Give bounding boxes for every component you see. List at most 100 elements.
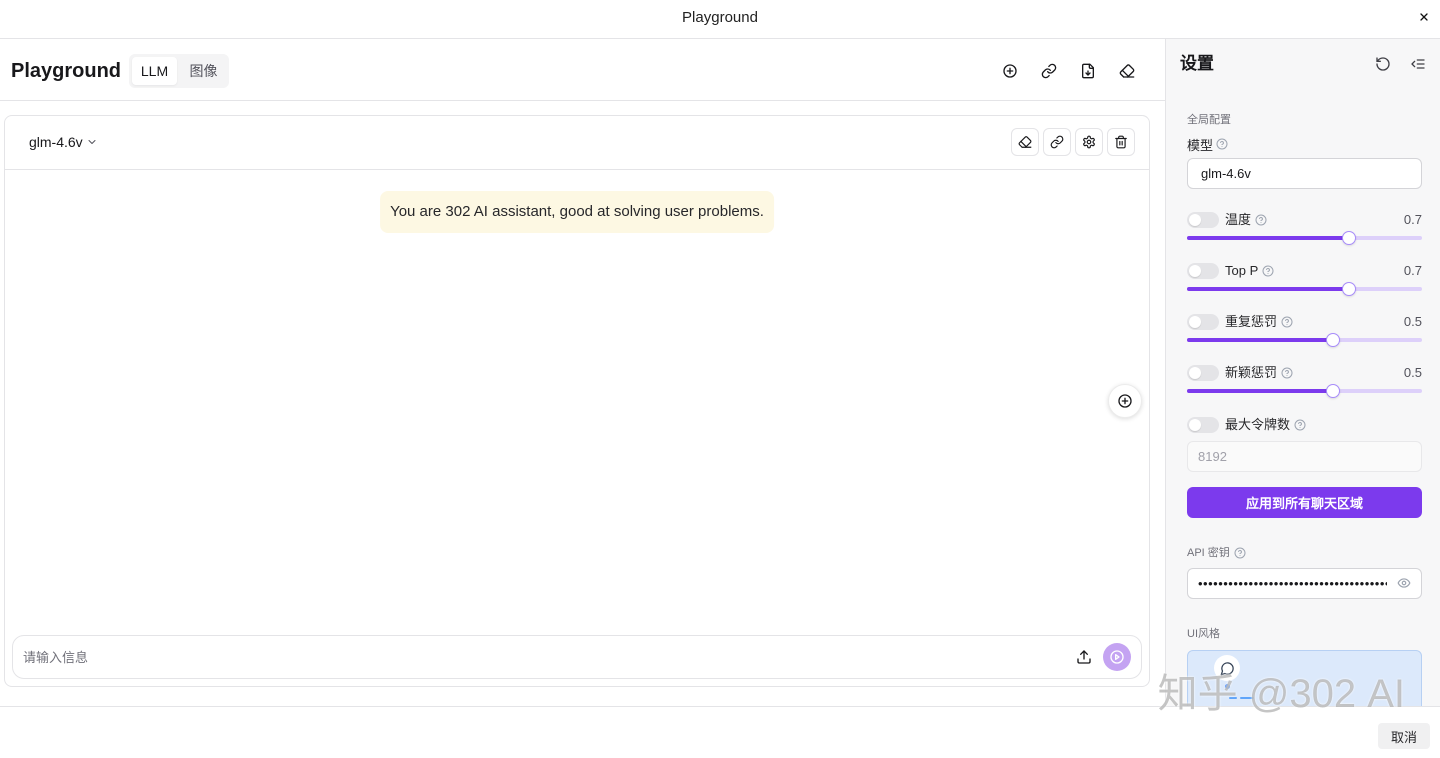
toggle-visibility-button[interactable]: [1397, 576, 1411, 590]
message-input[interactable]: [23, 636, 1053, 678]
slider-thumb[interactable]: [1342, 282, 1357, 296]
mode-tabs: LLM 图像: [129, 54, 229, 88]
presence-penalty-slider[interactable]: [1187, 384, 1422, 398]
link-icon: [1041, 63, 1057, 79]
toggle-knob: [1189, 265, 1201, 277]
help-icon[interactable]: [1294, 419, 1306, 431]
collapse-panel-button[interactable]: [1410, 56, 1426, 72]
close-window-button[interactable]: [1416, 9, 1432, 25]
slider-thumb[interactable]: [1342, 231, 1357, 245]
slider-fill: [1187, 287, 1350, 291]
preview-text-line: [1240, 697, 1254, 699]
file-export-icon: [1082, 63, 1094, 79]
ui-style-preview[interactable]: [1187, 650, 1422, 706]
param-max-tokens: 最大令牌数: [1187, 416, 1422, 434]
param-label: Top P: [1225, 263, 1259, 278]
add-chat-button[interactable]: [996, 57, 1024, 85]
model-select[interactable]: glm-4.6v: [29, 132, 98, 152]
api-key-input[interactable]: [1187, 568, 1422, 599]
window-titlebar: Playground: [0, 0, 1440, 39]
chevron-down-icon: [88, 140, 96, 144]
chat-settings-button[interactable]: [1075, 128, 1103, 156]
playground-header: Playground LLM 图像: [0, 39, 1165, 101]
plus-circle-icon: [1118, 394, 1132, 408]
tab-llm[interactable]: LLM: [132, 57, 177, 85]
chat-toolbar: [1011, 128, 1135, 156]
max-tokens-toggle[interactable]: [1187, 417, 1219, 433]
share-link-button[interactable]: [1035, 57, 1063, 85]
presence-penalty-toggle[interactable]: [1187, 365, 1219, 381]
eraser-icon: [1119, 64, 1135, 78]
slider-fill: [1187, 236, 1350, 240]
top-p-slider[interactable]: [1187, 282, 1422, 296]
slider-track: [1187, 287, 1422, 291]
model-input[interactable]: [1187, 158, 1422, 189]
slider-fill: [1187, 389, 1333, 393]
trash-icon: [1115, 135, 1127, 149]
param-presence-penalty: 新颖惩罚 0.5: [1187, 364, 1422, 400]
link-icon: [1050, 135, 1064, 149]
param-top-p: Top P 0.7: [1187, 262, 1422, 298]
global-config-label: 全局配置: [1187, 114, 1231, 126]
export-button[interactable]: [1074, 57, 1102, 85]
preview-dot: [1225, 684, 1230, 689]
slider-thumb[interactable]: [1325, 333, 1340, 347]
message-circle-icon: [1220, 661, 1234, 675]
slider-track: [1187, 338, 1422, 342]
dialog-footer: 取消: [0, 706, 1440, 758]
tab-image[interactable]: 图像: [181, 57, 226, 85]
max-tokens-input[interactable]: [1187, 441, 1422, 472]
api-key-label: API 密钥: [1187, 546, 1246, 560]
help-icon[interactable]: [1216, 138, 1228, 150]
send-icon: [1110, 650, 1124, 664]
slider-track: [1187, 389, 1422, 393]
clear-all-button[interactable]: [1113, 57, 1141, 85]
toggle-knob: [1189, 214, 1201, 226]
repetition-penalty-slider[interactable]: [1187, 333, 1422, 347]
help-icon[interactable]: [1234, 547, 1246, 559]
header-actions: [996, 57, 1141, 85]
copy-link-button[interactable]: [1043, 128, 1071, 156]
api-key-label-text: API 密钥: [1187, 547, 1230, 559]
gear-icon: [1083, 135, 1095, 149]
page-title: Playground: [11, 60, 122, 82]
help-icon[interactable]: [1281, 367, 1293, 379]
model-field-label: 模型: [1187, 135, 1228, 153]
help-icon[interactable]: [1262, 265, 1274, 277]
settings-panel: 设置 全局配置 模型 温度 0.7 Top P 0.7: [1165, 39, 1440, 706]
top-p-toggle[interactable]: [1187, 263, 1219, 279]
param-repetition-penalty: 重复惩罚 0.5: [1187, 313, 1422, 349]
param-temperature: 温度 0.7: [1187, 211, 1422, 247]
help-icon[interactable]: [1281, 316, 1293, 328]
window-title: Playground: [682, 9, 758, 26]
preview-text-line: [1229, 697, 1237, 699]
param-row: 新颖惩罚: [1187, 364, 1293, 382]
param-value: 0.7: [1403, 263, 1422, 278]
param-row: 最大令牌数: [1187, 416, 1306, 434]
apply-all-button[interactable]: 应用到所有聊天区域: [1187, 487, 1422, 518]
model-label-text: 模型: [1187, 137, 1214, 153]
delete-chat-button[interactable]: [1107, 128, 1135, 156]
temperature-slider[interactable]: [1187, 231, 1422, 245]
ui-style-label: UI风格: [1187, 628, 1220, 640]
param-label: 重复惩罚: [1225, 314, 1278, 329]
reset-settings-button[interactable]: [1375, 56, 1391, 72]
add-message-button[interactable]: [1108, 384, 1142, 418]
param-row: Top P: [1187, 262, 1274, 280]
clear-chat-button[interactable]: [1011, 128, 1039, 156]
param-label: 新颖惩罚: [1225, 365, 1278, 380]
system-message: You are 302 AI assistant, good at solvin…: [380, 191, 774, 233]
repetition-penalty-toggle[interactable]: [1187, 314, 1219, 330]
settings-title: 设置: [1180, 54, 1214, 73]
slider-thumb[interactable]: [1325, 384, 1340, 398]
preview-chat-bubble: [1214, 655, 1240, 681]
help-icon[interactable]: [1255, 214, 1267, 226]
send-button[interactable]: [1103, 643, 1131, 671]
close-icon: [1420, 13, 1428, 21]
temperature-toggle[interactable]: [1187, 212, 1219, 228]
upload-button[interactable]: [1076, 649, 1092, 665]
param-value: 0.5: [1403, 314, 1422, 329]
api-key-field: [1187, 568, 1422, 599]
param-row: 重复惩罚: [1187, 313, 1293, 331]
cancel-button[interactable]: 取消: [1378, 723, 1430, 749]
